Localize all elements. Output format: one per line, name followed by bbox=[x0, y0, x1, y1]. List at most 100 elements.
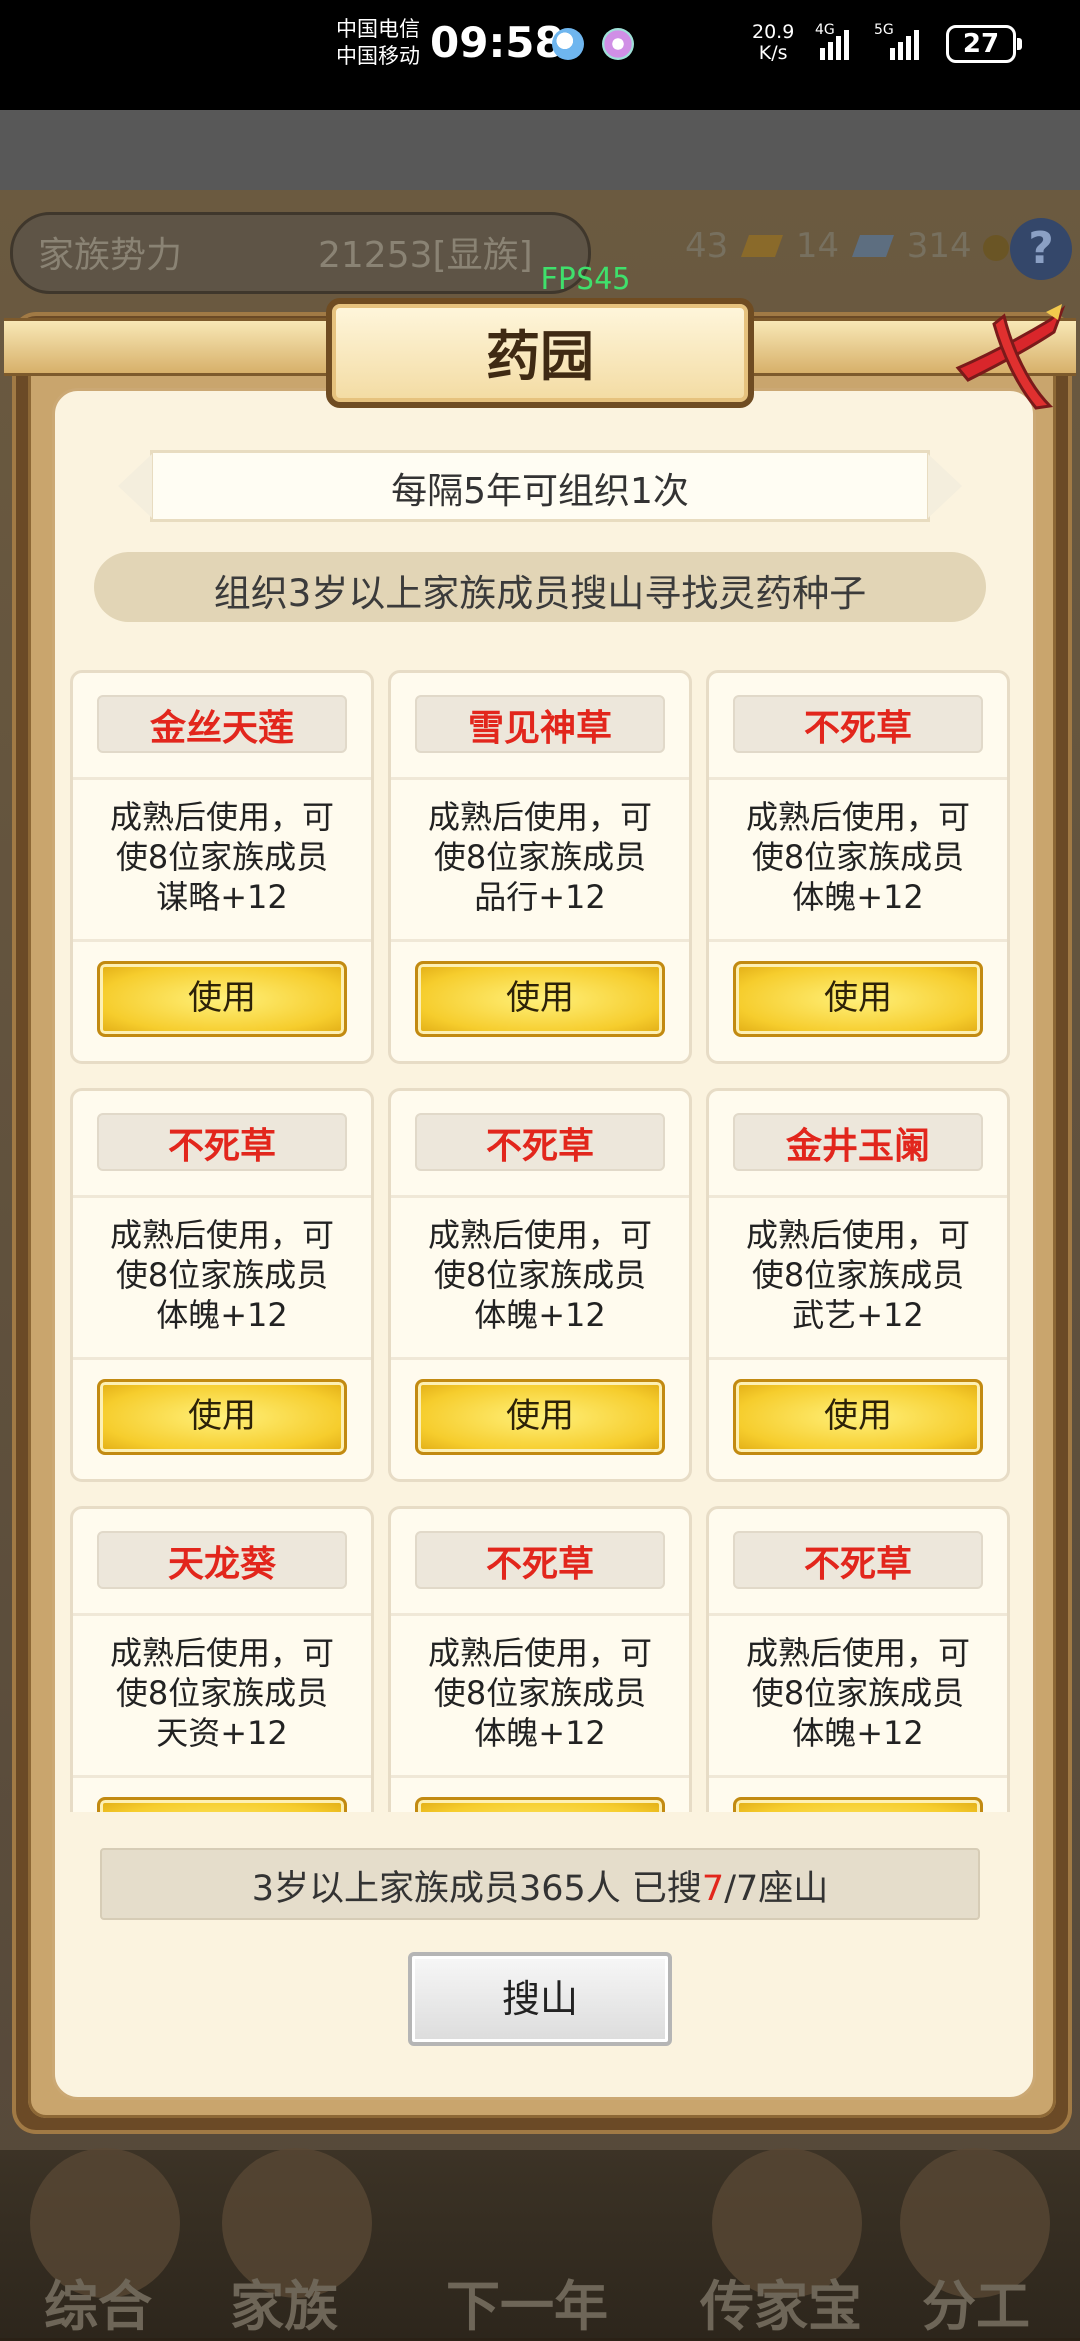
herb-name: 不死草 bbox=[167, 1126, 276, 1167]
herb-desc-line: 成熟后使用，可 bbox=[109, 1634, 334, 1672]
herb-name: 不死草 bbox=[803, 1544, 912, 1585]
interval-text: 每隔5年可组织1次 bbox=[391, 471, 689, 512]
clock: 09:58 bbox=[430, 18, 564, 67]
use-button[interactable]: 使用 bbox=[97, 1379, 347, 1455]
herb-desc-line: 成熟后使用，可 bbox=[427, 1634, 652, 1672]
herb-effect: 品行+12 bbox=[474, 878, 606, 916]
herb-card: 雪见神草 成熟后使用，可 使8位家族成员 品行+12 使用 bbox=[388, 670, 692, 1064]
herb-card: 金丝天莲 成熟后使用，可 使8位家族成员 谋略+12 使用 bbox=[70, 670, 374, 1064]
herb-effect: 体魄+12 bbox=[156, 1296, 288, 1334]
carrier-1: 中国电信 bbox=[336, 17, 420, 41]
herb-desc-line: 成熟后使用，可 bbox=[745, 1634, 970, 1672]
carrier-2: 中国移动 bbox=[336, 44, 420, 68]
close-icon[interactable] bbox=[950, 298, 1070, 418]
herb-description: 成熟后使用，可 使8位家族成员 体魄+12 bbox=[83, 1215, 361, 1335]
herb-desc-line: 使8位家族成员 bbox=[751, 1256, 965, 1294]
coin-icon bbox=[982, 234, 1009, 261]
divider bbox=[709, 939, 1007, 942]
herb-description: 成熟后使用，可 使8位家族成员 体魄+12 bbox=[719, 1633, 997, 1753]
herb-desc-line: 成熟后使用，可 bbox=[745, 798, 970, 836]
family-power-label: 家族势力 bbox=[38, 235, 183, 276]
herb-description: 成熟后使用，可 使8位家族成员 品行+12 bbox=[401, 797, 679, 917]
use-button[interactable]: 使用 bbox=[415, 961, 665, 1037]
divider bbox=[709, 1775, 1007, 1778]
use-button[interactable]: 使用 bbox=[733, 1379, 983, 1455]
silver-bar-icon bbox=[851, 235, 894, 257]
nav-item-overview[interactable]: 综合 bbox=[44, 2262, 152, 2341]
herb-desc-line: 成熟后使用，可 bbox=[109, 1216, 334, 1254]
divider bbox=[73, 1613, 371, 1616]
divider bbox=[391, 1357, 689, 1360]
silver-count: 14 bbox=[795, 226, 840, 266]
divider bbox=[73, 777, 371, 780]
gold-bar-icon bbox=[741, 235, 784, 257]
nav-item-heirloom[interactable]: 传家宝 bbox=[700, 2262, 862, 2341]
divider bbox=[73, 1195, 371, 1198]
use-button[interactable]: 使用 bbox=[733, 1797, 983, 1812]
app-notification-icon bbox=[602, 28, 634, 60]
battery-icon: 27 bbox=[946, 25, 1022, 63]
herb-desc-line: 成熟后使用，可 bbox=[427, 1216, 652, 1254]
herb-description: 成熟后使用，可 使8位家族成员 武艺+12 bbox=[719, 1215, 997, 1335]
herb-grid[interactable]: 金丝天莲 成熟后使用，可 使8位家族成员 谋略+12 使用 雪见神草 成熟后使用… bbox=[66, 664, 1018, 1812]
summary-searched-count: 7 bbox=[701, 1869, 725, 1909]
herb-description: 成熟后使用，可 使8位家族成员 体魄+12 bbox=[719, 797, 997, 917]
family-power-tag: [显族] bbox=[432, 235, 533, 276]
game-top-band bbox=[0, 110, 1080, 190]
divider bbox=[73, 1775, 371, 1778]
summary-suffix: /7座山 bbox=[724, 1869, 829, 1909]
dialog-title: 药园 bbox=[486, 325, 594, 388]
herb-card: 金井玉阑 成熟后使用，可 使8位家族成员 武艺+12 使用 bbox=[706, 1088, 1010, 1482]
divider bbox=[709, 777, 1007, 780]
network-speed: 20.9 K/s bbox=[752, 22, 794, 64]
divider bbox=[391, 1195, 689, 1198]
signal-bars-2-icon bbox=[890, 26, 919, 60]
herb-effect: 体魄+12 bbox=[474, 1714, 606, 1752]
use-button[interactable]: 使用 bbox=[97, 961, 347, 1037]
use-button[interactable]: 使用 bbox=[97, 1797, 347, 1812]
nav-item-family[interactable]: 家族 bbox=[230, 2262, 338, 2341]
herb-effect: 体魄+12 bbox=[792, 878, 924, 916]
divider bbox=[709, 1357, 1007, 1360]
herb-card: 不死草 成熟后使用，可 使8位家族成员 体魄+12 使用 bbox=[706, 1506, 1010, 1812]
herb-name: 不死草 bbox=[485, 1126, 594, 1167]
network-speed-unit: K/s bbox=[758, 42, 788, 64]
divider bbox=[391, 939, 689, 942]
divider bbox=[709, 1613, 1007, 1616]
herb-description: 成熟后使用，可 使8位家族成员 天资+12 bbox=[83, 1633, 361, 1753]
divider bbox=[73, 1357, 371, 1360]
herb-desc-line: 使8位家族成员 bbox=[115, 838, 329, 876]
herb-card: 不死草 成熟后使用，可 使8位家族成员 体魄+12 使用 bbox=[388, 1088, 692, 1482]
herb-desc-line: 成熟后使用，可 bbox=[745, 1216, 970, 1254]
use-button[interactable]: 使用 bbox=[415, 1379, 665, 1455]
help-icon[interactable]: ? bbox=[1010, 218, 1072, 280]
divider bbox=[391, 777, 689, 780]
weather-icon bbox=[552, 28, 584, 60]
herb-desc-line: 使8位家族成员 bbox=[751, 1674, 965, 1712]
ribbon-right-tip bbox=[928, 454, 962, 518]
herb-name: 金丝天莲 bbox=[149, 708, 294, 749]
herb-description: 成熟后使用，可 使8位家族成员 谋略+12 bbox=[83, 797, 361, 917]
use-button[interactable]: 使用 bbox=[733, 961, 983, 1037]
herb-name: 不死草 bbox=[803, 708, 912, 749]
herb-card: 不死草 成熟后使用，可 使8位家族成员 体魄+12 使用 bbox=[388, 1506, 692, 1812]
ribbon-left-tip bbox=[118, 454, 152, 518]
herb-desc-line: 使8位家族成员 bbox=[433, 838, 647, 876]
nav-item-division[interactable]: 分工 bbox=[922, 2262, 1030, 2341]
divider bbox=[391, 1613, 689, 1616]
fps-counter: FPS45 bbox=[540, 262, 631, 297]
herb-effect: 武艺+12 bbox=[792, 1296, 924, 1334]
divider bbox=[709, 1195, 1007, 1198]
gold-count: 43 bbox=[685, 226, 729, 266]
use-button[interactable]: 使用 bbox=[415, 1797, 665, 1812]
search-mountain-button[interactable]: 搜山 bbox=[408, 1952, 672, 2046]
herb-desc-line: 成熟后使用，可 bbox=[109, 798, 334, 836]
herb-name: 金井玉阑 bbox=[785, 1126, 930, 1167]
herb-name: 不死草 bbox=[485, 1544, 594, 1585]
herb-desc-line: 使8位家族成员 bbox=[115, 1256, 329, 1294]
network-speed-value: 20.9 bbox=[752, 21, 795, 43]
herb-desc-line: 成熟后使用，可 bbox=[427, 798, 652, 836]
nav-item-next-year[interactable]: 下一年 bbox=[446, 2262, 608, 2341]
herb-effect: 天资+12 bbox=[156, 1714, 288, 1752]
coin-count: 314 bbox=[906, 226, 972, 266]
